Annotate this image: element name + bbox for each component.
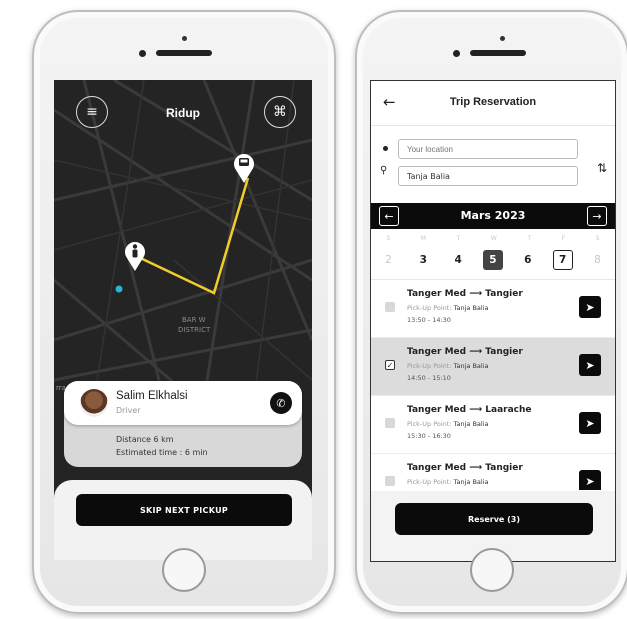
trip-item[interactable]: ✓ Tanger Med ⟶ Tangier Pick-Up Point: Ta… xyxy=(371,338,615,396)
origin-input[interactable] xyxy=(398,139,578,159)
bus-pin-icon[interactable] xyxy=(233,152,255,184)
weekday-row: S M T W T F S xyxy=(371,235,615,242)
navigate-button[interactable]: ➤ xyxy=(579,470,601,490)
origin-dot-icon xyxy=(383,146,388,151)
destination-pin-icon: ⚲ xyxy=(380,165,388,176)
trip-time: 15:30 - 16:30 xyxy=(407,432,451,440)
weekday-label: T xyxy=(527,235,532,242)
navigation-arrow-icon: ➤ xyxy=(585,416,595,430)
day-cell[interactable]: 8 xyxy=(587,250,607,270)
trip-checkbox-checked[interactable]: ✓ xyxy=(385,360,395,370)
trip-item[interactable]: Tanger Med ⟶ Laarache Pick-Up Point: Tan… xyxy=(371,396,615,454)
left-phone: BAR W DISTRICT rrace ≡ Ridup ⌘ Distan xyxy=(32,10,336,614)
driver-role: Driver xyxy=(116,406,141,415)
speaker-icon xyxy=(470,50,526,56)
avatar xyxy=(80,389,108,417)
map-label: BAR W xyxy=(182,316,206,324)
day-row: 2 3 4 5 6 7 8 xyxy=(371,249,615,271)
front-camera-icon xyxy=(182,36,187,41)
weekday-label: W xyxy=(490,235,497,242)
sensor-icon xyxy=(139,50,146,57)
trip-item[interactable]: Tanger Med ⟶ Tangier Pick-Up Point: Tanj… xyxy=(371,454,615,490)
day-cell[interactable]: 2 xyxy=(378,250,398,270)
speaker-icon xyxy=(156,50,212,56)
weekday-label: S xyxy=(386,235,391,242)
day-cell[interactable]: 6 xyxy=(518,250,538,270)
trip-list: Tanger Med ⟶ Tangier Pick-Up Point: Tanj… xyxy=(371,279,615,490)
current-location-dot xyxy=(115,285,123,293)
trip-checkbox[interactable] xyxy=(385,302,395,312)
trip-pickup: Pick-Up Point: Tanja Balia xyxy=(407,304,489,312)
month-selector: ← Mars 2023 → xyxy=(371,203,615,229)
reservation-screen: ← Trip Reservation ⚲ Tanja Balia ⇅ ← Mar… xyxy=(370,80,616,562)
navigation-arrow-icon: ➤ xyxy=(585,300,595,314)
sensor-icon xyxy=(453,50,460,57)
estimated-time-text: Estimated time : 6 min xyxy=(116,448,208,457)
trip-checkbox[interactable] xyxy=(385,418,395,428)
day-cell-selected[interactable]: 5 xyxy=(482,250,503,270)
day-cell[interactable]: 4 xyxy=(448,250,468,270)
weekday-label: F xyxy=(561,235,566,242)
navigation-arrow-icon: ➤ xyxy=(585,358,595,372)
page-title: Trip Reservation xyxy=(449,96,537,108)
trip-pickup: Pick-Up Point: Tanja Balia xyxy=(407,420,489,428)
swap-icon[interactable]: ⇅ xyxy=(597,161,607,175)
trip-pickup: Pick-Up Point: Tanja Balia xyxy=(407,478,489,486)
weekday-label: M xyxy=(420,235,426,242)
month-label: Mars 2023 xyxy=(460,209,526,222)
distance-text: Distance 6 km xyxy=(116,435,174,444)
trip-route: Tanger Med ⟶ Tangier xyxy=(407,289,523,299)
weekday-label: T xyxy=(456,235,461,242)
home-button[interactable] xyxy=(470,548,514,592)
navigate-button[interactable]: ➤ xyxy=(579,412,601,434)
map-label: DISTRICT xyxy=(178,326,211,334)
trip-time: 14:50 - 15:10 xyxy=(407,374,451,382)
call-button[interactable]: ✆ xyxy=(270,392,292,414)
map-header: ≡ Ridup ⌘ xyxy=(54,96,312,138)
next-month-icon[interactable]: → xyxy=(587,206,607,226)
day-cell[interactable]: 3 xyxy=(413,250,433,270)
phone-icon: ✆ xyxy=(276,396,286,410)
reservation-header: ← Trip Reservation xyxy=(371,81,615,126)
trip-checkbox[interactable] xyxy=(385,476,395,486)
weekday-label: S xyxy=(595,235,600,242)
destination-input[interactable]: Tanja Balia xyxy=(398,166,578,186)
day-cell-today[interactable]: 7 xyxy=(552,250,573,270)
trip-pickup: Pick-Up Point: Tanja Balia xyxy=(407,362,489,370)
right-phone: ← Trip Reservation ⚲ Tanja Balia ⇅ ← Mar… xyxy=(355,10,627,614)
driver-name: Salim Elkhalsi xyxy=(116,390,188,402)
trip-route: Tanger Med ⟶ Laarache xyxy=(407,405,532,415)
trip-route: Tanger Med ⟶ Tangier xyxy=(407,463,523,473)
trip-time: 13:50 - 14:30 xyxy=(407,316,451,324)
scan-button[interactable]: ⌘ xyxy=(264,96,296,128)
skip-next-pickup-button[interactable]: SKIP NEXT PICKUP xyxy=(76,494,292,526)
person-pin-icon[interactable] xyxy=(124,240,146,272)
front-camera-icon xyxy=(500,36,505,41)
reserve-button[interactable]: Reserve (3) xyxy=(395,503,593,535)
trip-route: Tanger Med ⟶ Tangier xyxy=(407,347,523,357)
navigate-button[interactable]: ➤ xyxy=(579,354,601,376)
navigate-button[interactable]: ➤ xyxy=(579,296,601,318)
map-screen: BAR W DISTRICT rrace ≡ Ridup ⌘ Distan xyxy=(54,80,312,560)
home-button[interactable] xyxy=(162,548,206,592)
scan-icon: ⌘ xyxy=(273,104,287,120)
trip-item[interactable]: Tanger Med ⟶ Tangier Pick-Up Point: Tanj… xyxy=(371,280,615,338)
driver-card[interactable]: Salim Elkhalsi Driver ✆ xyxy=(64,381,302,425)
navigation-arrow-icon: ➤ xyxy=(585,474,595,488)
